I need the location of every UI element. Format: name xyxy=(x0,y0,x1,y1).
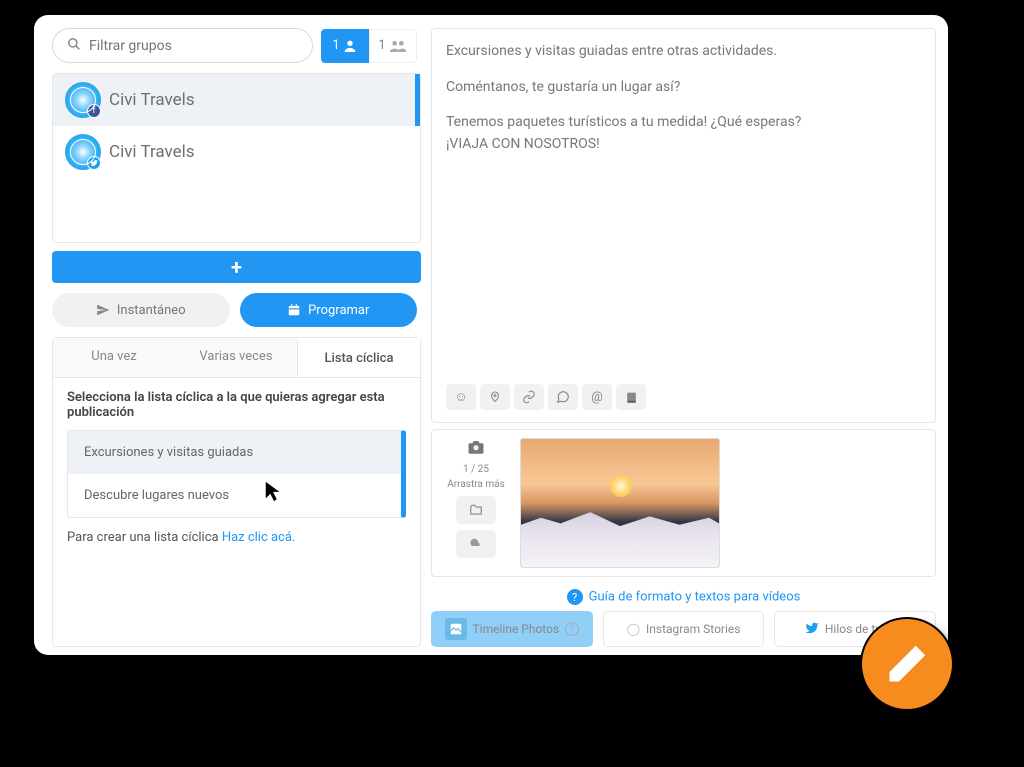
left-panel: 1 1 f Civi Travels xyxy=(34,15,429,655)
drag-more-label: Arrastra más xyxy=(447,479,504,490)
upload-column: 1 / 25 Arrastra más xyxy=(440,438,512,568)
add-account-button[interactable]: + xyxy=(52,251,421,283)
pencil-icon xyxy=(886,643,928,685)
compose-line: Excursiones y visitas guiadas entre otra… xyxy=(446,41,921,63)
timeline-photos-button[interactable]: Timeline Photos ? xyxy=(431,611,593,647)
tab-once[interactable]: Una vez xyxy=(53,338,175,377)
cursor-icon xyxy=(263,478,285,504)
book-icon[interactable] xyxy=(616,384,646,410)
cyclic-panel: Selecciona la lista cíclica a la que qui… xyxy=(53,378,420,646)
instagram-icon: ◯ xyxy=(627,622,640,636)
twitter-badge-icon xyxy=(87,156,101,170)
single-account-btn[interactable]: 1 xyxy=(321,29,369,63)
help-icon: ? xyxy=(567,589,583,605)
twitter-icon xyxy=(805,621,819,638)
account-name: Civi Travels xyxy=(109,142,195,162)
compose-box[interactable]: Excursiones y visitas guiadas entre otra… xyxy=(431,28,936,423)
create-list-hint: Para crear una lista cíclica Haz clic ac… xyxy=(67,530,406,545)
cyclic-instruction: Selecciona la lista cíclica a la que qui… xyxy=(67,390,406,420)
calendar-icon xyxy=(287,303,301,317)
compose-line: Tenemos paquetes turísticos a tu medida!… xyxy=(446,112,921,155)
schedule-tabs-card: Una vez Varias veces Lista cíclica Selec… xyxy=(52,337,421,647)
people-toggle: 1 1 xyxy=(321,29,417,63)
cloud-icon[interactable] xyxy=(456,530,496,558)
create-list-prefix: Para crear una lista cíclica xyxy=(67,530,222,545)
schedule-mode-button[interactable]: Programar xyxy=(240,293,418,327)
cyclic-option[interactable]: Excursiones y visitas guiadas xyxy=(68,431,401,474)
media-count: 1 / 25 xyxy=(463,464,489,475)
tab-cyclic[interactable]: Lista cíclica xyxy=(297,338,420,377)
app-window: 1 1 f Civi Travels xyxy=(34,15,948,655)
location-icon[interactable] xyxy=(480,384,510,410)
media-thumbnail[interactable] xyxy=(520,438,720,568)
search-icon xyxy=(67,36,81,55)
group-count: 1 xyxy=(378,38,385,53)
send-icon xyxy=(96,303,110,317)
right-panel: Excursiones y visitas guiadas entre otra… xyxy=(429,15,948,655)
account-avatar xyxy=(65,134,101,170)
account-name: Civi Travels xyxy=(109,90,195,110)
compose-text[interactable]: Excursiones y visitas guiadas entre otra… xyxy=(446,41,921,378)
schedule-label: Programar xyxy=(308,303,369,318)
search-box[interactable] xyxy=(52,28,313,63)
mention-icon[interactable]: @ xyxy=(582,384,612,410)
compose-line: Coméntanos, te gustaría un lugar así? xyxy=(446,77,921,99)
accounts-list: f Civi Travels Civi Travels xyxy=(52,73,421,243)
media-row: 1 / 25 Arrastra más xyxy=(431,429,936,577)
mode-row: Instantáneo Programar xyxy=(52,293,421,327)
cyclic-option[interactable]: Descubre lugares nuevos xyxy=(68,474,401,517)
album-icon xyxy=(445,618,467,640)
timeline-label: Timeline Photos xyxy=(473,622,560,636)
edit-fab-button[interactable] xyxy=(860,617,954,711)
camera-icon[interactable] xyxy=(465,438,487,460)
account-avatar: f xyxy=(65,82,101,118)
instant-label: Instantáneo xyxy=(117,303,186,318)
create-list-link[interactable]: Haz clic acá. xyxy=(222,530,296,545)
folder-icon[interactable] xyxy=(456,496,496,524)
instagram-stories-button[interactable]: ◯ Instagram Stories xyxy=(603,611,765,647)
search-input[interactable] xyxy=(89,38,298,54)
stories-label: Instagram Stories xyxy=(646,622,740,636)
comment-icon[interactable] xyxy=(548,384,578,410)
help-icon: ? xyxy=(565,622,579,636)
multi-account-btn[interactable]: 1 xyxy=(369,29,417,63)
people-icon xyxy=(388,38,408,54)
album-row: Timeline Photos ? ◯ Instagram Stories Hi… xyxy=(431,611,936,647)
search-row: 1 1 xyxy=(52,28,421,63)
cyclic-list: Excursiones y visitas guiadas Descubre l… xyxy=(67,430,406,518)
video-guide-link[interactable]: ?Guía de formato y textos para vídeos xyxy=(431,583,936,611)
instant-mode-button[interactable]: Instantáneo xyxy=(52,293,230,327)
facebook-badge-icon: f xyxy=(87,104,101,118)
person-icon xyxy=(342,38,358,54)
tab-multi[interactable]: Varias veces xyxy=(175,338,297,377)
account-item[interactable]: f Civi Travels xyxy=(53,74,420,126)
single-count: 1 xyxy=(332,38,339,53)
emoji-icon[interactable]: ☺ xyxy=(446,384,476,410)
link-icon[interactable] xyxy=(514,384,544,410)
compose-toolbar: ☺ @ xyxy=(446,378,921,410)
account-item[interactable]: Civi Travels xyxy=(53,126,420,178)
tabs: Una vez Varias veces Lista cíclica xyxy=(53,338,420,378)
